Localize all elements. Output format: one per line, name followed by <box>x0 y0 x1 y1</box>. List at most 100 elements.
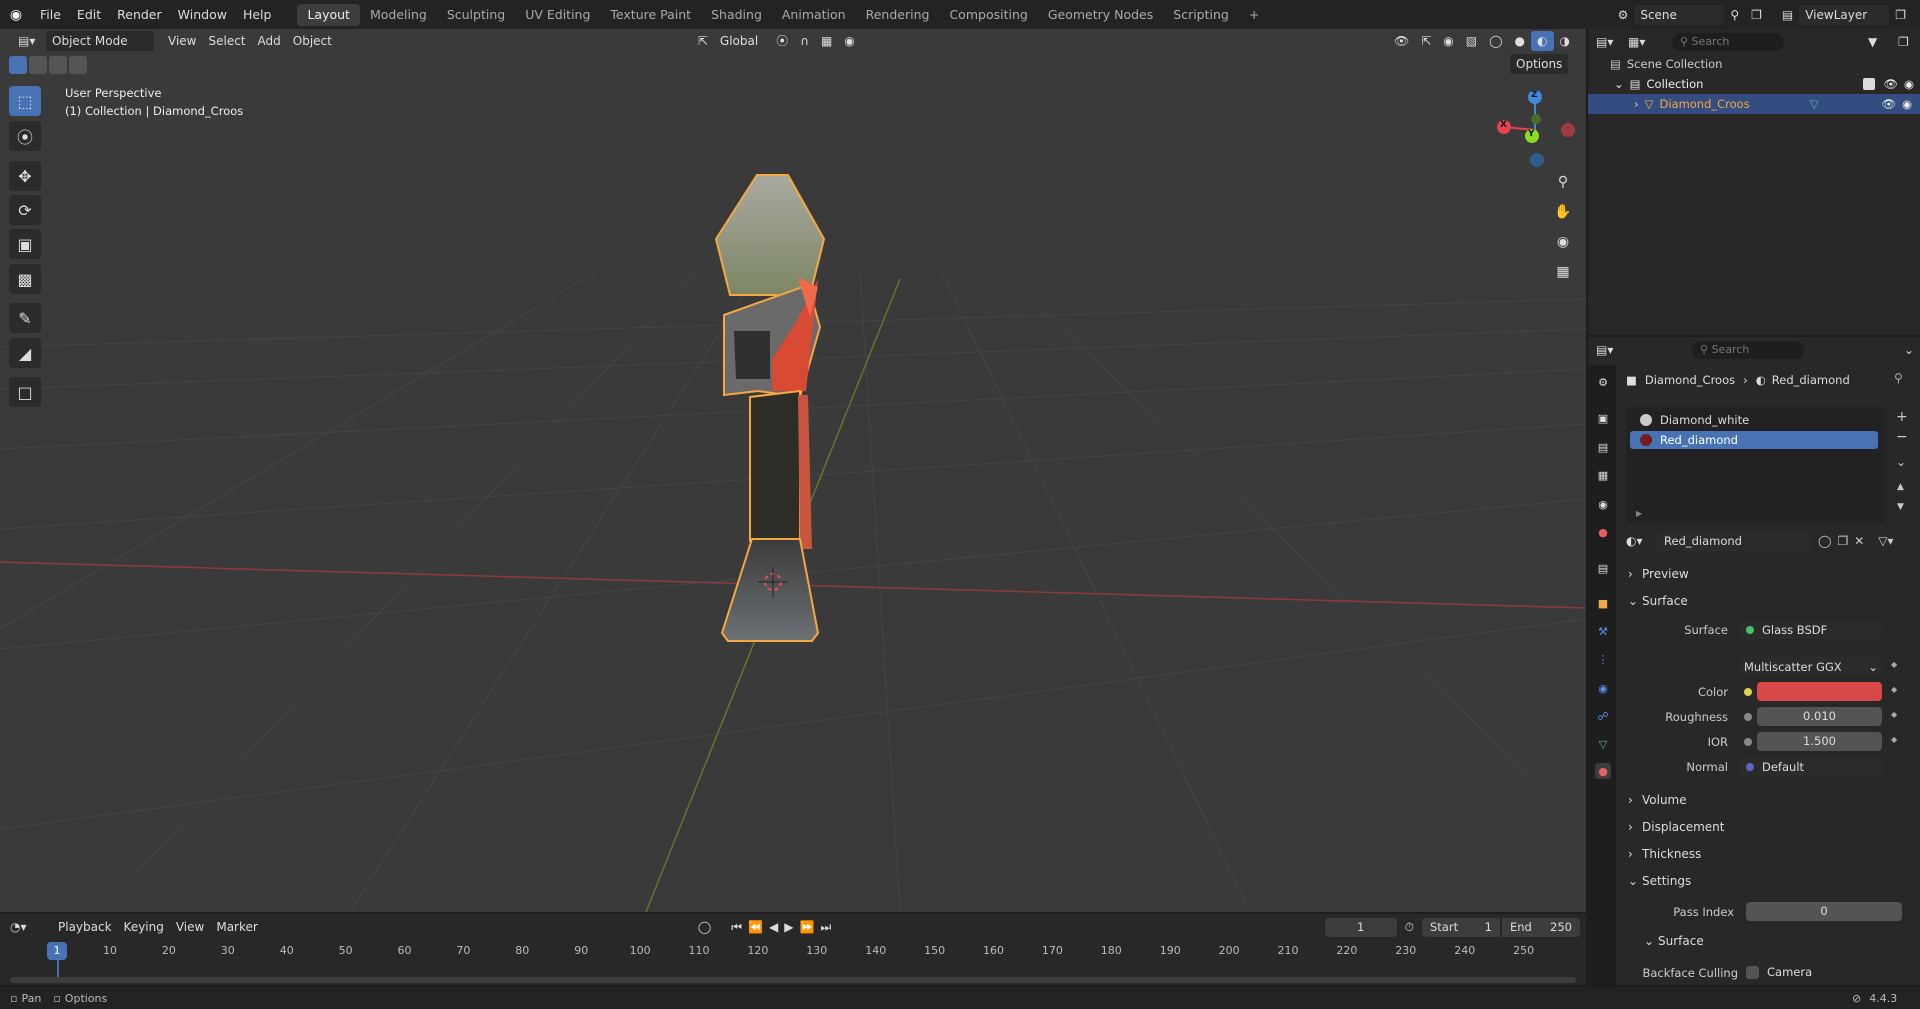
color-socket-icon[interactable] <box>1744 688 1752 696</box>
collection-visibility-icon[interactable]: 👁 <box>1883 77 1898 91</box>
material-shading-icon[interactable]: ◐ <box>1531 31 1554 51</box>
roughness-socket-icon[interactable] <box>1744 713 1752 721</box>
menu-edit[interactable]: Edit <box>69 0 109 29</box>
tab-texture-paint[interactable]: Texture Paint <box>600 4 701 26</box>
jump-start-icon[interactable]: ⏮ <box>731 920 742 935</box>
ior-socket-icon[interactable] <box>1744 738 1752 746</box>
slot-specials-icon[interactable]: ⌄ <box>1896 455 1906 469</box>
next-keyframe-icon[interactable]: ⏩ <box>800 920 815 934</box>
scene-selector[interactable]: Scene <box>1634 4 1725 25</box>
move-icon[interactable]: ✥ <box>9 161 41 191</box>
current-frame-field[interactable]: 1 <box>1324 917 1397 937</box>
material-name-field[interactable]: Red_diamond <box>1656 531 1812 551</box>
remove-slot-icon[interactable]: − <box>1896 429 1908 445</box>
material-browse-icon[interactable]: ◐▾ <box>1626 534 1656 548</box>
select-subtract-icon[interactable] <box>49 56 67 74</box>
timeline-scrollbar[interactable] <box>10 977 1576 983</box>
rotate-icon[interactable]: ⟳ <box>9 195 41 225</box>
outliner-display-mode-icon[interactable]: ▦▾ <box>1628 35 1658 49</box>
viewlayer-selector[interactable]: ViewLayer <box>1799 4 1890 25</box>
menu-help[interactable]: Help <box>235 0 280 29</box>
tab-compositing[interactable]: Compositing <box>939 4 1037 26</box>
color-swatch[interactable] <box>1757 682 1882 701</box>
blender-logo-icon[interactable]: ◉ <box>0 0 32 29</box>
tab-uv-editing[interactable]: UV Editing <box>515 4 600 26</box>
particles-tab-icon[interactable]: ⋮ <box>1595 651 1611 667</box>
collection-label[interactable]: Collection <box>1647 77 1704 91</box>
move-slot-down-icon[interactable]: ▼ <box>1897 502 1904 512</box>
data-tab-icon[interactable]: ▽ <box>1595 736 1611 752</box>
viewport-menu-add[interactable]: Add <box>252 31 287 51</box>
snap-target-icon[interactable]: ▦ <box>815 31 838 51</box>
object-render-icon[interactable]: ◉ <box>1902 97 1912 111</box>
properties-editor-icon[interactable]: ▤▾ <box>1596 343 1626 357</box>
tool-tab-icon[interactable]: ⚙ <box>1595 374 1611 390</box>
menu-file[interactable]: File <box>32 0 69 29</box>
play-icon[interactable]: ▶ <box>784 920 793 934</box>
backface-camera-checkbox[interactable]: Camera <box>1746 964 1812 980</box>
panel-thickness[interactable]: › Thickness <box>1628 843 1914 865</box>
object-mode-selector[interactable]: Object Mode <box>46 31 154 51</box>
output-tab-icon[interactable]: ▤ <box>1595 439 1611 455</box>
timeline-menu-playback[interactable]: Playback <box>52 917 118 937</box>
autokey-icon[interactable]: ◯ <box>698 920 711 934</box>
new-collection-icon[interactable]: ❐ <box>1898 35 1920 49</box>
modifier-tab-icon[interactable]: ⚒ <box>1595 623 1611 639</box>
camera-view-icon[interactable]: ◉ <box>1550 229 1576 255</box>
rendered-shading-icon[interactable]: ◑ <box>1554 31 1576 51</box>
menu-render[interactable]: Render <box>109 0 170 29</box>
select-mode-buttons[interactable] <box>9 56 101 74</box>
properties-options-icon[interactable]: ⌄ <box>1904 343 1920 357</box>
navigation-gizmo[interactable] <box>1497 90 1575 167</box>
unlink-material-icon[interactable]: ✕ <box>1854 534 1864 548</box>
zoom-icon[interactable]: ⚲ <box>1550 169 1576 195</box>
xray-icon[interactable]: ▧ <box>1460 31 1483 51</box>
fake-user-icon[interactable]: ◯ <box>1818 534 1831 548</box>
proportional-edit-icon[interactable]: ◉ <box>838 31 860 51</box>
add-workspace-button[interactable]: + <box>1239 4 1269 26</box>
ior-slider[interactable]: 1.500 <box>1757 732 1882 751</box>
scale-icon[interactable]: ▣ <box>9 229 41 259</box>
select-box-icon[interactable]: ⬚ <box>9 86 41 116</box>
object-visibility-icon[interactable]: 👁 <box>1881 97 1896 111</box>
collection-checkbox[interactable] <box>1863 78 1876 90</box>
keyframe-dot-icon[interactable]: ◆ <box>1891 735 1897 744</box>
outliner-search-input[interactable]: ⚲ Search <box>1672 33 1784 51</box>
tab-modeling[interactable]: Modeling <box>360 4 437 26</box>
tab-animation[interactable]: Animation <box>772 4 856 26</box>
tab-sculpting[interactable]: Sculpting <box>437 4 515 26</box>
wireframe-shading-icon[interactable]: ◯ <box>1483 31 1508 51</box>
render-tab-icon[interactable]: ▣ <box>1595 410 1611 426</box>
pin-properties-icon[interactable]: ⚲ <box>1894 371 1903 385</box>
pan-hand-icon[interactable]: ✋ <box>1550 199 1576 225</box>
cursor-icon[interactable]: ⦿ <box>9 121 41 151</box>
solid-shading-icon[interactable]: ● <box>1509 31 1531 51</box>
playhead[interactable]: 1 <box>47 942 67 960</box>
tab-shading[interactable]: Shading <box>701 4 772 26</box>
scene-tab-icon[interactable]: ◉ <box>1595 496 1611 512</box>
roughness-slider[interactable]: 0.010 <box>1757 707 1882 726</box>
perspective-toggle-icon[interactable]: ▦ <box>1550 259 1576 285</box>
add-slot-icon[interactable]: + <box>1896 409 1908 425</box>
expand-collection-icon[interactable]: ⌄ <box>1614 77 1624 91</box>
scene-collection-label[interactable]: Scene Collection <box>1627 57 1723 71</box>
pass-index-field[interactable]: 0 <box>1746 902 1902 921</box>
prev-keyframe-icon[interactable]: ⏪ <box>748 920 763 934</box>
keyframe-dot-icon[interactable]: ◆ <box>1891 710 1897 719</box>
panel-displacement[interactable]: › Displacement <box>1628 816 1914 838</box>
timeline-menu-marker[interactable]: Marker <box>210 917 263 937</box>
tab-layout[interactable]: Layout <box>297 3 360 26</box>
world-tab-icon[interactable]: ● <box>1595 524 1611 540</box>
properties-search-input[interactable]: ⚲ Search <box>1692 341 1804 359</box>
surface-shader-field[interactable]: Glass BSDF <box>1738 620 1882 639</box>
play-reverse-icon[interactable]: ◀ <box>769 920 778 934</box>
material-slot-red-diamond[interactable]: Red_diamond <box>1630 431 1878 449</box>
select-extend-icon[interactable] <box>29 56 47 74</box>
viewport-menu-select[interactable]: Select <box>202 31 251 51</box>
end-frame-field[interactable]: End 250 <box>1502 917 1580 937</box>
node-link-icon[interactable]: ▽▾ <box>1878 534 1893 548</box>
transform-orientation-selector[interactable]: Global <box>714 31 764 51</box>
gizmo-toggle-icon[interactable]: ⇱ <box>1415 31 1437 51</box>
material-slot-diamond-white[interactable]: Diamond_white <box>1630 411 1878 429</box>
scene-icon[interactable]: ⚙ <box>1612 5 1635 25</box>
